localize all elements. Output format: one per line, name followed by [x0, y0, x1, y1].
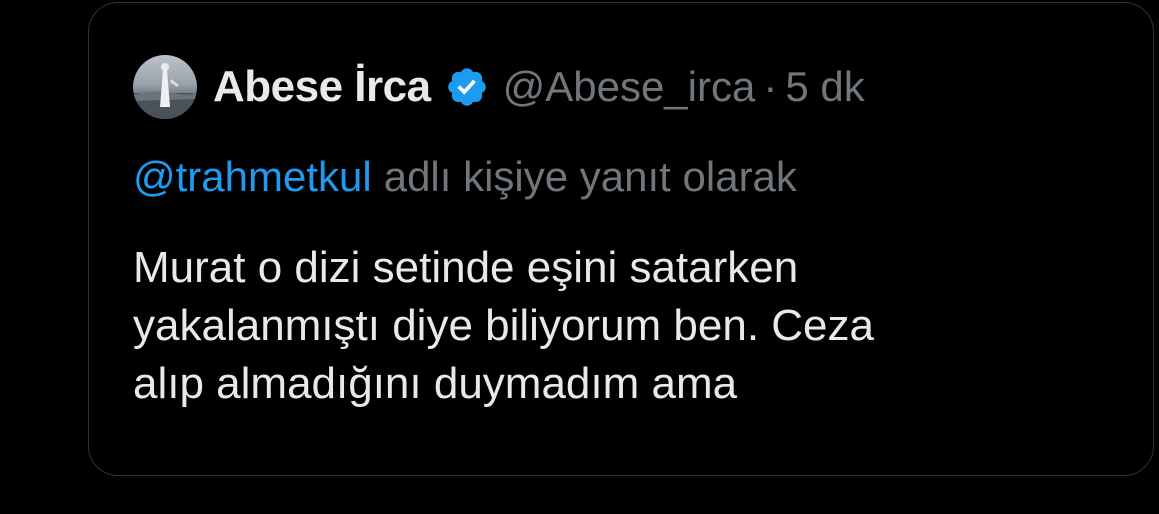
- tweet-text-line: Murat o dizi setinde eşini satarken: [133, 243, 799, 292]
- tweet-timestamp[interactable]: 5 dk: [785, 63, 864, 111]
- author-display-name[interactable]: Abese İrca: [213, 62, 431, 112]
- tweet-text: Murat o dizi setinde eşini satarken yaka…: [133, 239, 1123, 413]
- verified-badge-icon: [447, 68, 486, 106]
- tweet-text-line: alıp almadığını duymadım ama: [133, 359, 738, 408]
- avatar[interactable]: [133, 55, 197, 119]
- quoted-tweet-card[interactable]: Abese İrca @Abese_irca · 5 dk @trahmetku…: [88, 2, 1154, 476]
- author-handle[interactable]: @Abese_irca: [503, 63, 756, 111]
- separator-dot: ·: [763, 63, 778, 110]
- tweet-header: Abese İrca @Abese_irca · 5 dk: [133, 55, 865, 119]
- reply-mention-link[interactable]: @trahmetkul: [133, 153, 372, 200]
- reply-context-text: adlı kişiye yanıt olarak: [383, 153, 797, 200]
- tweet-text-line: yakalanmıştı diye biliyorum ben. Ceza: [133, 301, 874, 350]
- avatar-image: [133, 63, 197, 119]
- reply-context: @trahmetkul adlı kişiye yanıt olarak: [133, 153, 797, 201]
